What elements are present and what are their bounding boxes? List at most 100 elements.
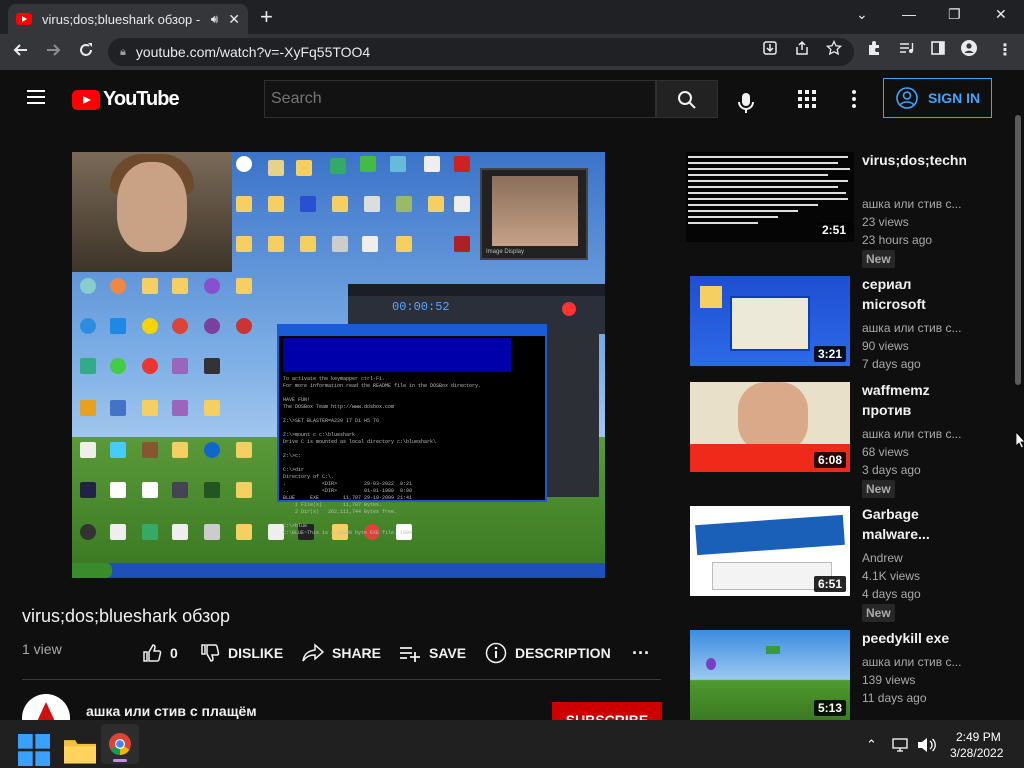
folder-desktop-icon [268,160,284,176]
recorder-side-panel [547,332,599,497]
recommendation-thumbnail[interactable]: 6:51 [690,506,850,596]
install-app-icon[interactable] [762,40,778,56]
app-desktop-icon [142,358,158,374]
recommendation-title[interactable]: waffmemz против memz... [862,380,966,420]
recommendation-title[interactable]: virus;dos;techno clean версия [862,150,966,170]
chrome-taskbar-button[interactable] [101,724,139,764]
media-control-icon[interactable] [898,40,914,56]
app-desktop-icon [204,482,220,498]
share-label: SHARE [332,645,382,661]
channel-name[interactable]: ашка или стив с плащём [86,703,257,719]
folder-desktop-icon [268,196,284,212]
folder-desktop-icon [332,196,348,212]
taskbar-clock-date[interactable]: 3/28/2022 [950,746,1003,760]
video-player[interactable]: Image Display 00:00:52 To activate the k… [72,152,605,578]
recommendation-channel[interactable]: ашка или стив с... [862,321,966,335]
youtube-logo[interactable]: YouTube [72,88,180,111]
recommendation-views: 23 views [862,215,909,229]
recommendation-thumbnail[interactable]: 6:08 [690,382,850,472]
share-icon[interactable] [794,40,810,56]
new-tab-button[interactable]: + [260,6,273,28]
video-duration: 3:21 [813,346,846,362]
thumbnail-dialog-graphic [695,514,845,556]
share-button[interactable]: SHARE [302,642,381,664]
xp-taskbar [72,563,605,578]
recommendation-thumbnail[interactable]: 3:21 [690,276,850,366]
recommendation-title[interactable]: Garbage malware... [862,504,966,544]
windows-start-icon[interactable] [18,734,50,766]
sign-in-button[interactable]: SIGN IN [883,78,992,118]
bookmark-star-icon[interactable] [826,40,842,56]
volume-icon[interactable] [917,737,937,753]
forward-arrow-icon[interactable] [44,41,62,59]
profile-avatar-icon[interactable] [961,40,977,56]
back-arrow-icon[interactable] [12,41,30,59]
video-duration: 6:51 [813,576,846,592]
youtube-play-logo-icon [72,89,100,110]
xp-start-button [72,563,112,578]
like-button[interactable]: 0 [142,642,178,664]
more-actions-icon[interactable]: ··· [632,642,650,664]
recommendation-thumbnail[interactable]: 5:13 [690,630,850,720]
youtube-logo-text: YouTube [103,88,180,110]
chrome-menu-icon[interactable]: ⋮ [997,40,1013,60]
dos-terminal-text: To activate the keymapper ctrl-F1. For m… [283,376,482,536]
tab-close-icon[interactable]: ✕ [228,11,240,28]
address-bar[interactable]: 🔒︎ youtube.com/watch?v=-XyFq55TOO4 [108,38,854,66]
video-duration: 5:13 [813,700,846,716]
scrollbar-thumb[interactable] [1015,115,1021,385]
reload-icon[interactable] [77,41,95,59]
taskbar-clock-time[interactable]: 2:49 PM [956,730,1001,744]
recommendation-title[interactable]: peedykill exe [862,628,966,648]
folder-desktop-icon [236,442,252,458]
microphone-icon[interactable] [738,92,754,114]
description-button[interactable]: DESCRIPTION [485,642,611,664]
network-icon[interactable] [892,737,910,753]
file-desktop-icon [424,156,440,172]
file-desktop-icon [364,196,380,212]
app-desktop-icon [172,482,188,498]
search-input[interactable] [264,80,656,118]
app-desktop-icon [142,524,158,540]
recommendation-age: 11 days ago [862,691,927,705]
recommendation-channel[interactable]: Andrew [862,551,966,565]
save-button[interactable]: SAVE [399,642,466,664]
file-explorer-icon[interactable] [64,734,96,766]
recommendation-views: 68 views [862,445,909,459]
thumbnail-window-graphic [730,296,810,351]
recommendation-channel[interactable]: ашка или стив с... [862,427,966,441]
recommendation-title[interactable]: сериал microsoft agent [862,274,966,314]
recommendation-channel[interactable]: ашка или стив с... [862,655,966,669]
file-desktop-icon [142,482,158,498]
tab-search-icon[interactable]: ⌄ [856,6,868,23]
extensions-puzzle-icon[interactable] [866,40,882,56]
close-window-button[interactable]: ✕ [995,6,1007,23]
show-hidden-icons-chevron-icon[interactable]: ⌃ [866,737,877,753]
account-icon [896,87,918,109]
settings-more-icon[interactable] [852,89,856,109]
url-text[interactable]: youtube.com/watch?v=-XyFq55TOO4 [136,44,370,60]
recommendation-channel[interactable]: ашка или стив с... [862,197,966,211]
app-desktop-icon [172,358,188,374]
audio-playing-icon[interactable]: 🔊︎ [211,12,219,27]
app-desktop-icon [236,318,252,334]
side-panel-icon[interactable] [930,40,946,56]
thumbnail-bird-graphic [766,646,780,654]
browser-toolbar: 🔒︎ youtube.com/watch?v=-XyFq55TOO4 ⋮ [0,34,1024,70]
lock-icon[interactable]: 🔒︎ [120,46,126,59]
restore-button[interactable]: ❐ [948,6,961,23]
thumbnail-character-graphic [706,658,716,670]
menu-icon[interactable] [27,90,45,104]
page-scrollbar[interactable] [1012,70,1024,720]
minimize-button[interactable]: — [902,6,916,22]
like-count: 0 [170,645,178,661]
folder-desktop-icon [428,196,444,212]
file-desktop-icon [204,524,220,540]
file-desktop-icon [362,236,378,252]
file-desktop-icon [110,482,126,498]
apps-grid-icon[interactable] [798,90,816,108]
search-button[interactable] [656,80,718,118]
recommendation-thumbnail[interactable]: 2:51 [686,152,854,242]
browser-tab[interactable]: virus;dos;blueshark обзор - Y 🔊︎ ✕ [8,4,248,34]
dislike-button[interactable]: DISLIKE [200,642,283,664]
